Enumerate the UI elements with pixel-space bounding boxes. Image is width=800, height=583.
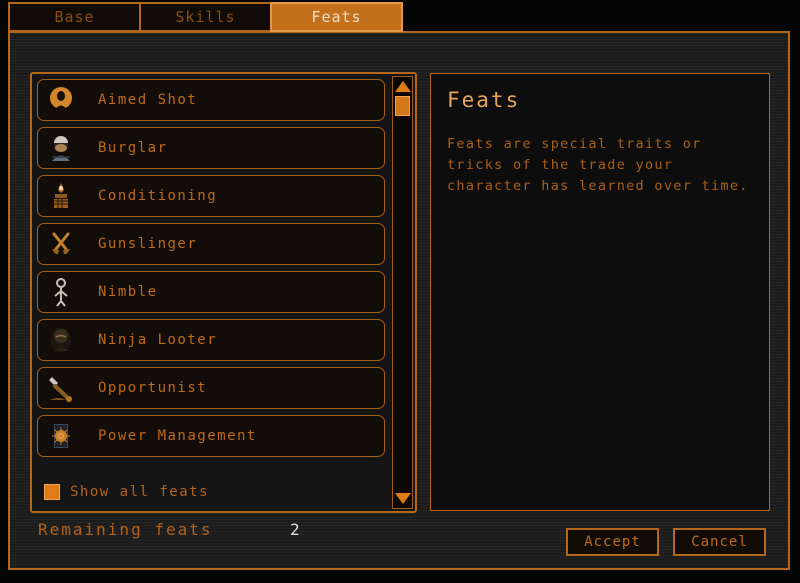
tab-feats-label: Feats [311, 8, 362, 26]
nimble-icon [44, 275, 78, 309]
remaining-feats-value: 2 [290, 520, 301, 539]
tab-base[interactable]: Base [8, 2, 141, 32]
tab-bar: Base Skills Feats [8, 2, 403, 32]
description-title: Feats [447, 88, 521, 112]
list-item[interactable]: Gunslinger [37, 223, 385, 265]
list-item[interactable]: Nimble [37, 271, 385, 313]
cancel-button-label: Cancel [691, 534, 748, 550]
ninja-looter-icon [44, 323, 78, 357]
character-creation-window: Base Skills Feats Aimed Shot Burglar Con… [0, 0, 800, 583]
tab-feats[interactable]: Feats [270, 2, 403, 32]
list-item-label: Burglar [98, 140, 168, 156]
show-all-feats-row[interactable]: Show all feats [38, 479, 390, 505]
tab-base-label: Base [54, 8, 95, 26]
list-item-label: Aimed Shot [98, 92, 198, 108]
feat-list[interactable]: Aimed Shot Burglar Conditioning Gunsling… [32, 74, 392, 511]
list-item-label: Nimble [98, 284, 158, 300]
burglar-icon [44, 131, 78, 165]
triangle-down-icon [394, 493, 411, 504]
opportunist-icon [44, 371, 78, 405]
list-item-label: Power Management [98, 428, 257, 444]
main-panel: Aimed Shot Burglar Conditioning Gunsling… [8, 31, 790, 570]
feat-list-scrollbar[interactable] [392, 76, 413, 509]
conditioning-icon [44, 179, 78, 213]
feat-list-panel: Aimed Shot Burglar Conditioning Gunsling… [30, 72, 417, 513]
description-body: Feats are special traits or tricks of th… [447, 136, 749, 194]
remaining-feats-label: Remaining feats [38, 520, 213, 539]
list-item[interactable]: Power Management [37, 415, 385, 457]
show-all-feats-label: Show all feats [70, 484, 210, 500]
cancel-button[interactable]: Cancel [673, 528, 766, 556]
list-item-label: Opportunist [98, 380, 208, 396]
power-management-icon [44, 419, 78, 453]
scrollbar-thumb[interactable] [395, 96, 410, 116]
gunslinger-icon [44, 227, 78, 261]
list-item-label: Gunslinger [98, 236, 198, 252]
list-item[interactable]: Opportunist [37, 367, 385, 409]
triangle-up-icon [394, 81, 411, 92]
scroll-down-button[interactable] [393, 489, 412, 508]
list-item[interactable]: Aimed Shot [37, 79, 385, 121]
list-item[interactable]: Ninja Looter [37, 319, 385, 361]
list-item-label: Conditioning [98, 188, 218, 204]
description-panel: Feats Feats are special traits or tricks… [430, 73, 770, 511]
tab-skills[interactable]: Skills [139, 2, 272, 32]
show-all-feats-checkbox[interactable] [44, 484, 60, 500]
aimed-shot-icon [44, 83, 78, 117]
accept-button-label: Accept [584, 534, 641, 550]
dialog-button-row: Accept Cancel [566, 528, 766, 556]
list-item-label: Ninja Looter [98, 332, 218, 348]
tab-skills-label: Skills [175, 8, 236, 26]
list-item[interactable]: Burglar [37, 127, 385, 169]
scrollbar-track[interactable] [393, 96, 412, 489]
accept-button[interactable]: Accept [566, 528, 659, 556]
list-item[interactable]: Conditioning [37, 175, 385, 217]
scroll-up-button[interactable] [393, 77, 412, 96]
